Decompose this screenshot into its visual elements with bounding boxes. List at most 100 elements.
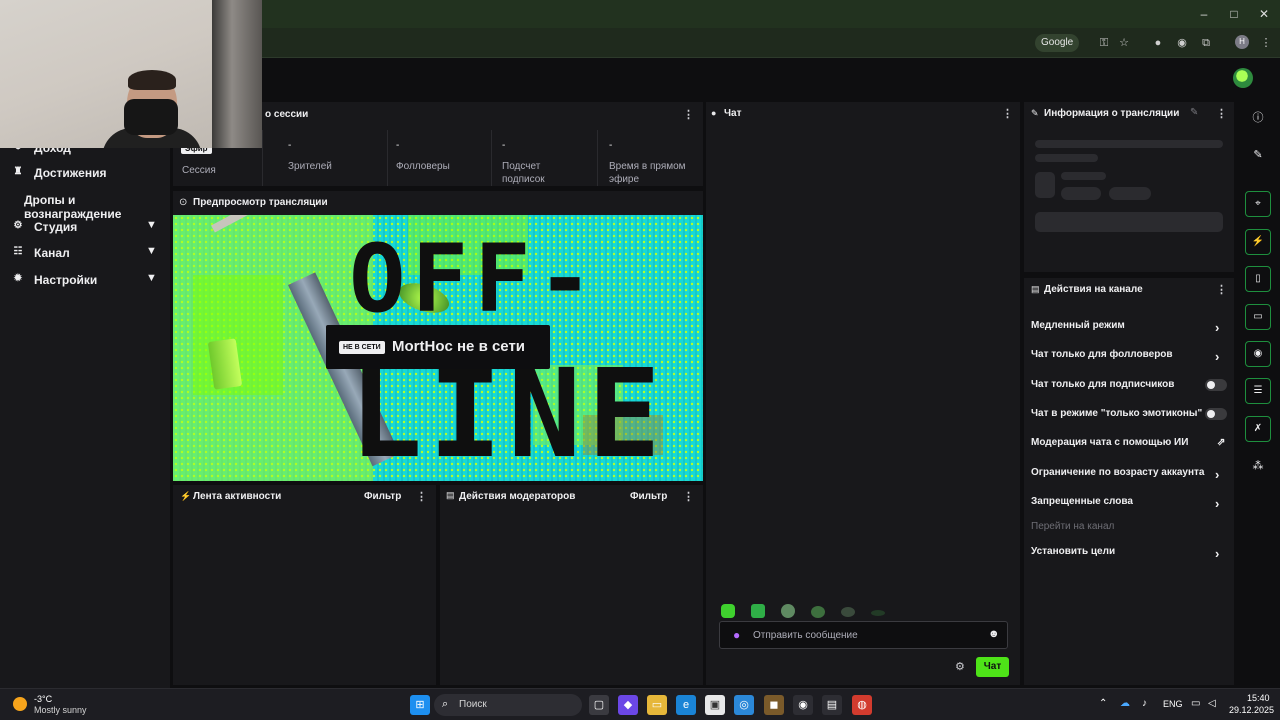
stat-label: Сессия [182,165,216,176]
panel-menu-icon[interactable]: ⋮ [1216,107,1227,120]
bookmark-star-icon[interactable]: ☆ [1116,35,1132,51]
emote-icon[interactable] [841,607,855,617]
user-avatar[interactable] [1233,68,1253,88]
windows-start-icon[interactable]: ⊞ [410,695,430,715]
action-label: Модерация чата с помощью ИИ [1031,437,1189,448]
browser-profile-avatar[interactable]: H [1235,35,1249,49]
chevron-right-icon: › [1215,496,1220,511]
activity-filter-button[interactable]: Фильтр [364,491,401,502]
action-set-goals[interactable]: Установить цели › [1031,544,1231,566]
microphone-icon[interactable]: ● [733,628,740,642]
chat-send-button[interactable]: Чат [976,657,1009,677]
nav-item-drops[interactable]: Дропы и вознаграждение [0,188,170,221]
stat-value: - [288,140,292,151]
stat-label: Зрителей [288,161,332,172]
tray-overflow-icon[interactable]: ⌃ [1099,698,1107,709]
nav-item-studio[interactable]: ⚙ Студия ▼ [0,215,170,239]
extension-cookie-icon[interactable]: ◉ [1174,35,1190,51]
panel-menu-icon[interactable]: ⋮ [1216,283,1227,296]
taskbar-search[interactable]: ⌕ Поиск [434,694,582,716]
nav-item-label: Студия [34,220,78,234]
extension-coin-icon[interactable]: ● [1150,35,1166,51]
loading-skeleton [1035,212,1223,232]
clock-time[interactable]: 15:40 [1247,693,1270,703]
clip-icon[interactable]: ⌖ [1245,191,1271,217]
external-link-icon: ⇗ [1217,437,1226,448]
add-action-icon[interactable]: ⁂ [1245,453,1271,479]
emote-icon[interactable] [781,604,795,618]
activity-feed-panel: ⚡ Лента активности Фильтр ⋮ [173,485,436,685]
task-view-icon[interactable]: ▢ [589,695,609,715]
action-account-age[interactable]: Ограничение по возрасту аккаунта › [1031,465,1231,487]
mod-filter-button[interactable]: Фильтр [630,491,667,502]
edit-icon[interactable]: ✎ [1245,142,1271,168]
edge-browser-icon[interactable]: e [676,695,696,715]
close-window-icon[interactable]: ✕ [1256,6,1272,22]
document-icon[interactable]: ▯ [1245,266,1271,292]
action-ai-moderation[interactable]: Модерация чата с помощью ИИ ⇗ [1031,435,1231,457]
clock-date[interactable]: 29.12.2025 [1229,705,1274,715]
layout-icon[interactable]: ☰ [1245,378,1271,404]
offline-graphic-line1: OFF- [349,225,600,334]
broadcast-icon[interactable]: ◉ [1245,341,1271,367]
nav-item-settings[interactable]: ✹ Настройки ▼ [0,268,170,292]
action-label: Чат в режиме "только эмотиконы" [1031,408,1203,419]
browser-menu-icon[interactable]: ⋮ [1258,35,1274,51]
network-icon[interactable]: ▭ [1191,698,1200,709]
emoji-picker-icon[interactable]: ☻ [988,628,1000,640]
panel-menu-icon[interactable]: ⋮ [416,490,427,503]
nav-item-achievements[interactable]: ♜ Достижения [0,161,170,185]
wrench-action-icon[interactable]: ✗ [1245,416,1271,442]
action-slow-mode[interactable]: Медленный режим › [1031,318,1231,340]
nav-item-channel[interactable]: ☷ Канал ▼ [0,241,170,265]
emote-icon[interactable] [721,604,735,618]
google-chip-label: Google [1041,37,1074,48]
webcam-overlay [0,0,262,148]
volume-icon[interactable]: ◁ [1208,698,1216,709]
emote-icon[interactable] [751,604,765,618]
action-banned-words[interactable]: Запрещенные слова › [1031,494,1231,516]
emote-only-toggle[interactable] [1205,408,1227,420]
password-key-icon[interactable]: ⚿ [1096,35,1112,51]
panel-menu-icon[interactable]: ⋮ [1002,107,1013,120]
file-explorer-icon[interactable]: ▭ [647,695,667,715]
microphone-tray-icon[interactable]: ♪ [1142,698,1147,709]
left-navigation: $ Доход ♜ Достижения Дропы и вознагражде… [0,98,170,688]
panel-menu-icon[interactable]: ⋮ [683,108,694,121]
emote-icon[interactable] [871,610,885,616]
store-icon[interactable]: ▣ [705,695,725,715]
search-icon: ⌕ [442,698,449,710]
google-search-chip[interactable]: Google [1035,34,1080,52]
extensions-puzzle-icon[interactable]: ⧉ [1198,35,1214,51]
copilot-icon[interactable]: ◆ [618,695,638,715]
onedrive-icon[interactable]: ☁ [1120,698,1130,709]
info-icon[interactable]: ⓘ [1245,105,1271,131]
subscribers-only-toggle[interactable] [1205,379,1227,391]
chat-settings-icon[interactable]: ⚙ [955,660,965,673]
game-app-icon[interactable]: ◼ [764,695,784,715]
lightning-action-icon[interactable]: ⚡ [1245,229,1271,255]
app-icon[interactable]: ◎ [734,695,754,715]
obs-icon[interactable]: ◉ [793,695,813,715]
chevron-right-icon: › [1215,320,1220,335]
offline-tag: НЕ В СЕТИ [339,341,385,354]
language-indicator[interactable]: ENG [1163,699,1183,709]
action-followers-only[interactable]: Чат только для фолловеров › [1031,347,1231,369]
chrome-icon[interactable]: ◍ [852,695,872,715]
preview-icon: ⊙ [179,197,188,208]
minimize-icon[interactable]: – [1196,6,1212,22]
maximize-icon[interactable]: □ [1226,6,1242,22]
weather-sun-icon[interactable] [13,697,27,711]
terminal-icon[interactable]: ▤ [822,695,842,715]
chevron-right-icon: › [1215,467,1220,482]
chat-message-input[interactable]: ● Отправить сообщение ☻ [719,621,1008,649]
chat-icon[interactable]: ▭ [1245,304,1271,330]
activity-feed-title: Лента активности [193,491,282,502]
action-label: Чат только для подписчиков [1031,379,1175,390]
action-emote-only: Чат в режиме "только эмотиконы" [1031,406,1231,428]
panel-menu-icon[interactable]: ⋮ [683,490,694,503]
stat-value: - [502,140,506,151]
edit-pencil-icon[interactable]: ✎ [1190,107,1198,118]
emote-icon[interactable] [811,606,825,618]
action-go-to-channel[interactable]: Перейти на канал [1031,519,1231,541]
